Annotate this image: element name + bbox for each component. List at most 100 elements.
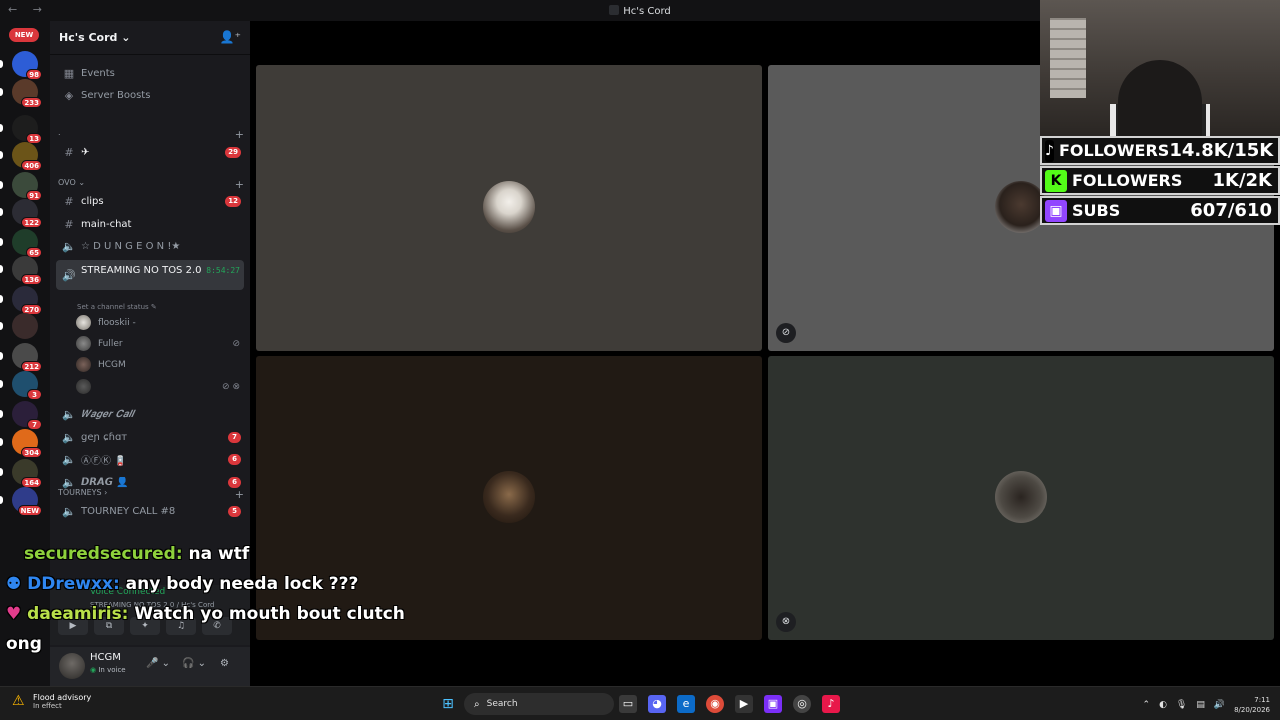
microphone-icon[interactable]: 🎤 ⌄ <box>146 658 170 669</box>
server-header[interactable]: Hc's Cord ⌄ 👤⁺ <box>50 21 250 55</box>
server-icon[interactable]: 91 <box>12 172 42 201</box>
server-icon[interactable]: 13 <box>12 115 42 144</box>
microphone-icon[interactable]: 🎙 <box>1176 700 1187 710</box>
server-icon[interactable]: 212 <box>12 343 42 372</box>
media-player-icon[interactable]: ▶ <box>735 695 753 713</box>
unread-pip <box>0 496 3 504</box>
sidebar-item-boosts[interactable]: ◈ Server Boosts <box>56 85 244 106</box>
twitch-studio-icon[interactable]: ▣ <box>764 695 782 713</box>
task-view-icon[interactable]: ▭ <box>619 695 637 713</box>
voice-member[interactable]: HCGM <box>76 355 240 374</box>
hash-icon: # <box>64 218 74 231</box>
voice-channel-afk[interactable]: 🔈 ⒶⒻⓀ 🪫 6 <box>56 449 244 470</box>
network-icon[interactable]: ▤ <box>1196 700 1205 710</box>
window-blinds <box>1050 18 1086 98</box>
voice-channel-wager[interactable]: 🔈 𝑾𝒂𝒈𝒆𝒓 𝑪𝒂𝒍𝒍 <box>56 404 244 425</box>
channel-status[interactable]: Set a channel status ✎ <box>77 303 157 311</box>
obs-icon[interactable]: ◎ <box>793 695 811 713</box>
server-icon[interactable] <box>12 313 38 339</box>
add-channel-icon[interactable]: + <box>235 178 244 191</box>
add-channel-icon[interactable]: + <box>235 488 244 501</box>
hash-icon: # <box>64 195 74 208</box>
voice-channel-streaming[interactable]: 🔊 STREAMING NO TOS 2.0 8:54:27 <box>56 260 244 290</box>
speaker-icon: 🔈 <box>62 408 76 421</box>
search-box[interactable]: ⌕ Search <box>464 693 614 715</box>
weather-widget[interactable]: ⚠ Flood advisory In effect <box>12 693 91 711</box>
voice-channel-gen-chat[interactable]: 🔈 ցеɲ ɕɦɑт 7 <box>56 427 244 448</box>
unread-pip <box>0 208 3 216</box>
tiktok-icon: ♪ <box>1045 139 1054 162</box>
server-icon[interactable]: 7 <box>12 401 42 430</box>
mention-count: 6 <box>228 454 241 465</box>
channel-main-chat[interactable]: # main-chat <box>56 214 244 235</box>
unread-pip <box>0 88 3 96</box>
server-icon[interactable]: 3 <box>12 371 42 400</box>
stat-value: 1K/2K <box>1212 170 1272 191</box>
server-badge: 7 <box>27 419 42 430</box>
server-icon[interactable]: 304 <box>12 429 42 458</box>
voice-member[interactable]: ⊘ ⊗ <box>76 377 240 396</box>
boost-icon: ◈ <box>64 89 74 102</box>
server-name[interactable]: Hc's Cord ⌄ <box>59 31 130 44</box>
server-badge: NEW <box>17 505 42 516</box>
volume-icon[interactable]: 🔊 <box>1214 700 1225 710</box>
gear-icon[interactable]: ⚙ <box>220 658 229 669</box>
user-status: ◉ In voice <box>90 666 126 674</box>
category-tourneys[interactable]: TOURNEYS › + <box>58 488 244 501</box>
unread-pip <box>0 380 3 388</box>
server-badge: 3 <box>27 389 42 400</box>
tiktok-live-icon[interactable]: ♪ <box>822 695 840 713</box>
clock[interactable]: 7:11 8/20/2026 <box>1234 695 1270 715</box>
tray-app-icon[interactable]: ◐ <box>1159 700 1167 710</box>
speaker-icon: 🔈 <box>62 431 76 444</box>
unread-pip <box>0 124 3 132</box>
channel-clips[interactable]: # clips 12 <box>56 191 244 212</box>
call-timer: 8:54:27 <box>206 266 240 275</box>
new-badge: NEW <box>9 28 39 42</box>
server-icon <box>609 5 620 15</box>
add-channel-icon[interactable]: + <box>235 128 244 141</box>
server-badge: 304 <box>21 447 42 458</box>
sidebar-item-events[interactable]: ▦ Events <box>56 63 244 84</box>
server-icon[interactable]: 98 <box>12 51 42 80</box>
server-icon[interactable]: NEW <box>12 487 42 516</box>
start-button[interactable]: ⊞ <box>439 695 457 713</box>
voice-channel-tourney[interactable]: 🔈 TOURNEY CALL #8 5 <box>56 501 244 522</box>
video-tile[interactable] <box>256 356 762 640</box>
server-icon[interactable]: 136 <box>12 256 42 285</box>
server-icon[interactable]: 164 <box>12 459 42 488</box>
unread-pip <box>0 322 3 330</box>
channel-airplane[interactable]: # ✈ 29 <box>56 142 244 163</box>
add-member-icon[interactable]: 👤⁺ <box>220 30 241 44</box>
category-ovo[interactable]: OVO ⌄ + <box>58 178 244 191</box>
edge-icon[interactable]: e <box>677 695 695 713</box>
speaker-icon: 🔈 <box>62 453 76 466</box>
chevron-up-icon[interactable]: ⌃ <box>1143 700 1151 710</box>
unread-pip <box>0 410 3 418</box>
video-tile[interactable] <box>256 65 762 351</box>
server-icon[interactable]: 122 <box>12 199 42 228</box>
server-icon[interactable]: 233 <box>12 79 42 108</box>
voice-member[interactable]: flooskii - <box>76 313 240 332</box>
server-icon[interactable]: 65 <box>12 229 42 258</box>
category-dot[interactable]: . + <box>58 128 244 141</box>
username[interactable]: HCGM <box>40 652 121 663</box>
discord-icon[interactable]: ◕ <box>648 695 666 713</box>
server-icon[interactable]: 406 <box>12 142 42 171</box>
person-head <box>1118 60 1202 136</box>
chrome-icon[interactable]: ◉ <box>706 695 724 713</box>
voice-channel-dungeon[interactable]: 🔈 ☆ D U N G E O N !★ <box>56 236 244 257</box>
mention-count: 6 <box>228 477 241 488</box>
voice-member[interactable]: Fuller ⊘ <box>76 334 240 353</box>
mention-count: 29 <box>225 147 241 158</box>
unread-pip <box>0 468 3 476</box>
windows-taskbar: ⚠ Flood advisory In effect ⊞ ⌕ Search ▭ ◕… <box>0 686 1280 720</box>
speaker-active-icon: 🔊 <box>62 268 76 282</box>
server-badge: 406 <box>21 160 42 171</box>
stat-bar-kick: K FOLLOWERS 1K/2K <box>1040 166 1280 195</box>
heart-badge-icon: ♥ <box>6 604 28 624</box>
video-tile[interactable]: ⊗ <box>768 356 1274 640</box>
server-icon[interactable]: 270 <box>12 286 42 315</box>
unread-pip <box>0 295 3 303</box>
headphones-icon[interactable]: 🎧 ⌄ <box>182 658 206 669</box>
